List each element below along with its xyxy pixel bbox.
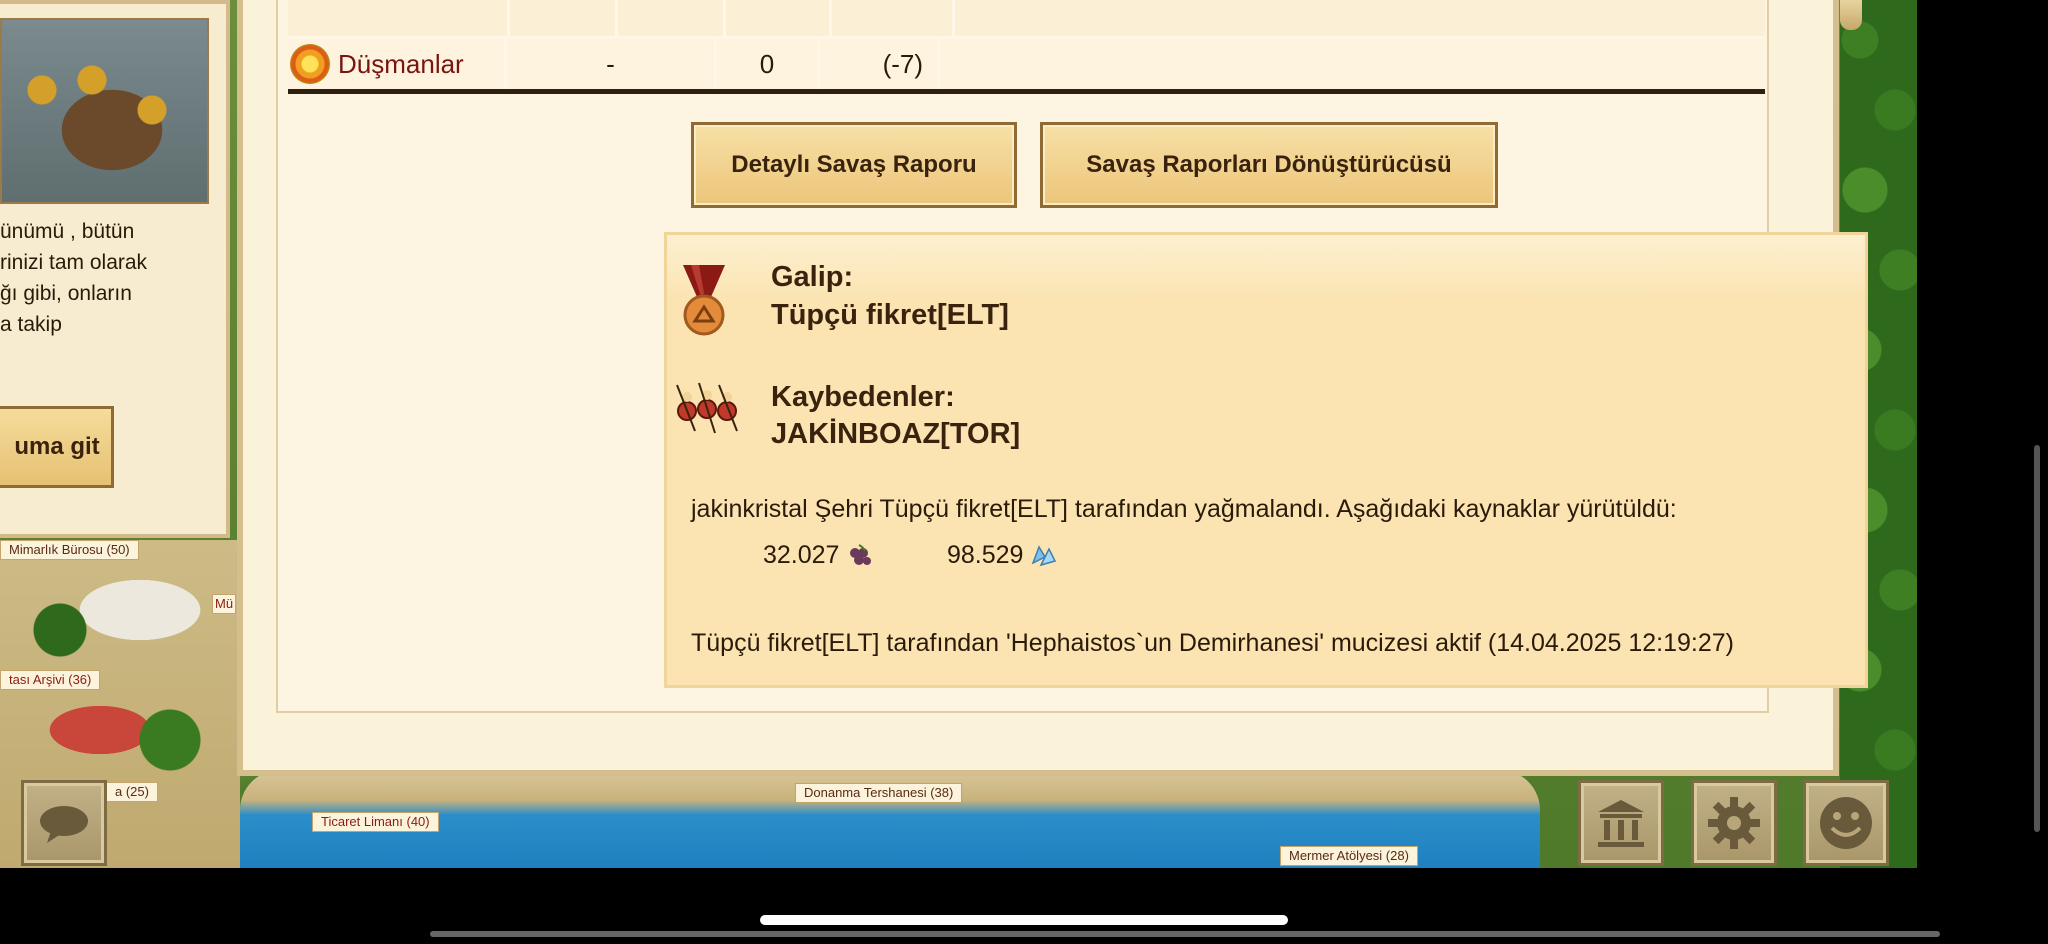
map-label-a25[interactable]: a (25): [106, 782, 158, 802]
map-label-architect-office[interactable]: Mimarlık Bürosu (50): [0, 540, 139, 560]
enemies-col4: (-7): [882, 48, 923, 79]
winner-name[interactable]: Tüpçü fikret[ELT]: [771, 299, 1009, 332]
enemies-col2: -: [606, 48, 615, 79]
resource-wine: 32.027: [763, 541, 873, 570]
map-label-trade-port[interactable]: Ticaret Limanı (40): [312, 812, 439, 832]
crystal-icon: [1032, 544, 1057, 566]
battle-report-dialog: Düşmanlar - 0 (-7) Detaylı Savaş Raporu …: [237, 0, 1868, 776]
enemies-col3: 0: [759, 48, 775, 79]
army-image: [0, 18, 209, 204]
vertical-scrollbar[interactable]: [2034, 445, 2040, 832]
temple-icon: [1598, 800, 1644, 847]
crystal-amount: 98.529: [947, 541, 1024, 569]
home-indicator[interactable]: [760, 915, 1288, 925]
smiley-icon: [1820, 797, 1872, 849]
map-label-marble-workshop[interactable]: Mermer Atölyesi (28): [1280, 846, 1418, 866]
loser-name[interactable]: JAKİNBOAZ[TOR]: [771, 418, 1020, 451]
horizontal-scrollbar[interactable]: [430, 931, 1940, 937]
scroll-marker: [1840, 0, 1862, 30]
detailed-report-button[interactable]: Detaylı Savaş Raporu: [691, 122, 1017, 208]
medal-icon: [683, 265, 725, 336]
enemy-shield-icon: [290, 44, 330, 84]
battle-result-box: Galip: Tüpçü fikret[ELT] Kaybedenler: JA…: [664, 232, 1868, 688]
wonder-text: Tüpçü fikret[ELT] tarafından 'Hephaistos…: [691, 629, 1734, 657]
defeated-warriors-icon: [676, 382, 738, 434]
table-divider: [288, 89, 1765, 94]
settings-button[interactable]: [1691, 780, 1777, 866]
map-label-mu[interactable]: Mü: [212, 594, 236, 614]
enemies-label: Düşmanlar: [338, 48, 464, 79]
panel-description: ünümü , bütün rinizi tam olarak ğı gibi,…: [0, 220, 148, 336]
losers-label: Kaybedenler:: [771, 381, 955, 413]
go-button[interactable]: uma git: [0, 406, 114, 488]
map-label-archive[interactable]: tası Arşivi (36): [0, 670, 101, 690]
resource-crystal: 98.529: [947, 541, 1057, 570]
winner-label: Galip:: [771, 261, 854, 293]
units-table: Düşmanlar - 0 (-7): [288, 0, 1765, 94]
table-row-enemies: Düşmanlar - 0 (-7): [288, 36, 1765, 89]
wine-icon: [850, 543, 872, 565]
gear-icon: [1708, 797, 1760, 849]
map-label-shipyard[interactable]: Donanma Tershanesi (38): [795, 783, 963, 803]
table-row: [288, 0, 1765, 36]
plunder-text: jakinkristal Şehri Tüpçü fikret[ELT] tar…: [691, 495, 1677, 523]
wine-amount: 32.027: [763, 541, 840, 569]
report-converter-button[interactable]: Savaş Raporları Dönüştürücüsü: [1040, 122, 1498, 208]
profile-button[interactable]: [1803, 780, 1889, 866]
left-info-panel: ünümü , bütün rinizi tam olarak ğı gibi,…: [0, 0, 230, 538]
chat-button[interactable]: [21, 780, 107, 866]
chat-icon: [40, 806, 88, 843]
senate-button[interactable]: [1578, 780, 1664, 866]
